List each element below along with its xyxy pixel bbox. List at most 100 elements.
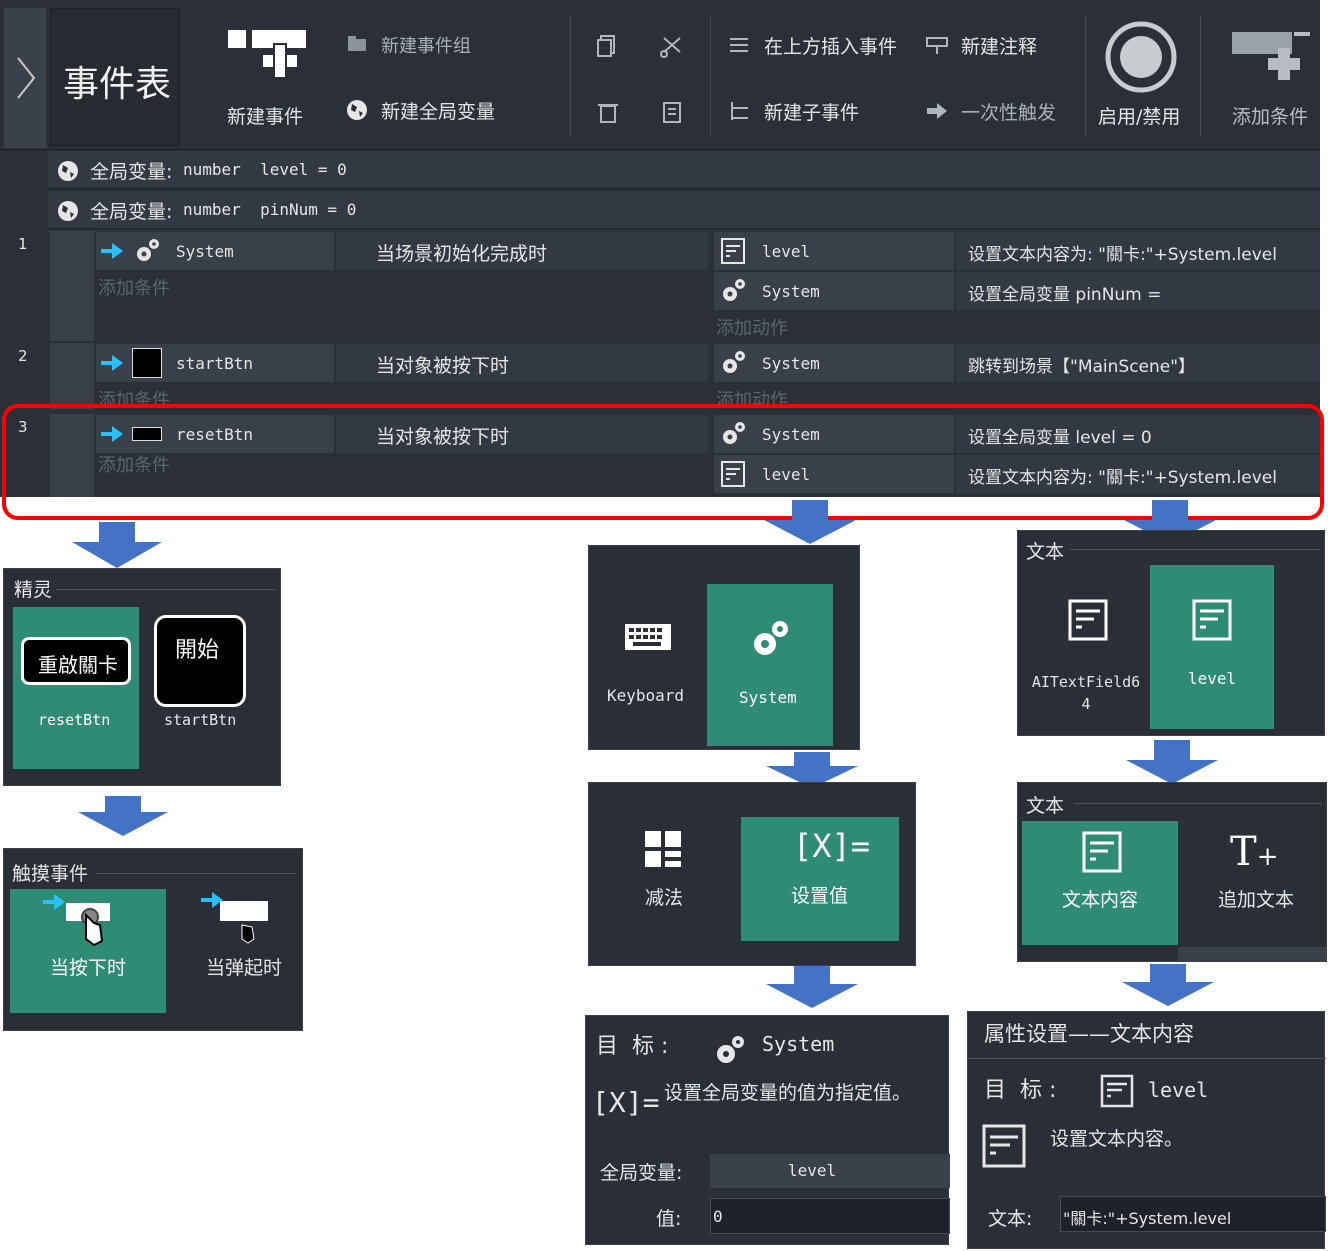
grid-subtract-icon — [645, 831, 681, 867]
cut-button[interactable] — [660, 34, 684, 58]
action-object[interactable]: level — [714, 232, 954, 270]
new-event-button[interactable]: 新建事件 — [210, 20, 320, 135]
text-object-item-aitextfield[interactable]: AITextField64 — [1022, 567, 1150, 731]
start-preview-text: 開始 — [175, 638, 220, 663]
enable-disable-label: 启用/禁用 — [1098, 106, 1181, 128]
scissors-icon — [660, 37, 681, 58]
panel-title: 属性设置——文本内容 — [984, 1022, 1194, 1046]
new-event-icon — [228, 30, 306, 78]
add-action-link[interactable]: 添加动作 — [716, 314, 788, 340]
gear-icon — [137, 239, 159, 261]
global-var-row[interactable]: 全局变量: number level = 0 — [48, 151, 1320, 189]
paste-icon — [663, 102, 681, 123]
new-sub-event-button[interactable]: 新建子事件 — [728, 96, 908, 126]
arrow-right-icon — [101, 355, 123, 371]
scroll-strip[interactable] — [1178, 947, 1326, 961]
touch-release-icon — [220, 901, 268, 944]
text-doc-icon — [1192, 599, 1232, 641]
new-event-group-button[interactable]: 新建事件组 — [345, 30, 495, 60]
text-doc-icon — [982, 1124, 1026, 1168]
event-number: 1 — [18, 235, 28, 253]
reset-preview-text: 重啟關卡 — [38, 653, 118, 677]
reset-button-preview: 重啟關卡 — [21, 637, 131, 685]
separator — [1085, 15, 1086, 137]
condition-text[interactable]: 当场景初始化完成时 — [336, 232, 708, 270]
target-name: level — [1148, 1078, 1209, 1102]
text-object-label: level — [1188, 669, 1237, 688]
global-var-declaration: number pinNum = 0 — [183, 200, 357, 219]
new-comment-button[interactable]: 新建注释 — [925, 30, 1075, 60]
flow-arrow — [72, 522, 162, 568]
gear-icon — [723, 351, 745, 373]
add-condition-icon — [1232, 32, 1310, 80]
flow-arrow — [766, 966, 858, 1008]
action-item-set-value[interactable]: [X]= 设置值 — [741, 817, 899, 941]
action-item-label: 减法 — [645, 887, 684, 909]
panel-title: 文本 — [1026, 795, 1065, 817]
flow-arrow — [78, 796, 168, 836]
new-global-var-button[interactable]: 新建全局变量 — [345, 95, 515, 125]
flow-arrow — [1126, 740, 1218, 784]
enable-disable-button[interactable]: 启用/禁用 — [1092, 18, 1192, 136]
new-event-group-label: 新建事件组 — [381, 36, 471, 57]
action-object[interactable]: System — [714, 272, 954, 310]
text-action-item-content[interactable]: 文本内容 — [1022, 821, 1178, 945]
action-text[interactable]: 跳转到场景【"MainScene"】 — [956, 344, 1320, 382]
page-title: 事件表 — [63, 64, 172, 105]
new-comment-label: 新建注释 — [961, 36, 1038, 58]
start-button-thumbnail — [132, 348, 162, 378]
condition-object[interactable]: System — [96, 232, 334, 270]
condition-object-name: startBtn — [176, 354, 254, 373]
touch-item-label: 当弹起时 — [206, 957, 283, 979]
global-var-select[interactable]: level — [710, 1154, 950, 1188]
globe-icon — [58, 161, 78, 181]
add-condition-link[interactable]: 添加条件 — [98, 274, 170, 300]
sprite-item-startbtn[interactable]: 開始 startBtn — [144, 607, 270, 769]
action-object[interactable]: System — [714, 344, 954, 382]
panel-title-line — [1070, 549, 1320, 550]
paste-button[interactable] — [660, 100, 684, 124]
text-object-item-level[interactable]: level — [1150, 565, 1274, 729]
event-row[interactable]: 1 System 当场景初始化完成时 添加条件 level 设置文本内容为: "… — [0, 231, 1320, 341]
panel-title-line — [96, 873, 296, 874]
copy-icon — [597, 35, 615, 57]
action-text[interactable]: 设置全局变量 pinNum = — [956, 272, 1320, 310]
system-action-panel: 减法 [X]= 设置值 — [588, 782, 916, 966]
delete-button[interactable] — [596, 100, 620, 124]
target-label: 目 标 : — [984, 1078, 1057, 1103]
add-condition-button[interactable]: 添加条件 — [1220, 20, 1320, 135]
event-row[interactable]: 2 startBtn 当对象被按下时 添加条件 System 跳转到场景【"Ma… — [0, 343, 1320, 411]
copy-button[interactable] — [596, 34, 620, 58]
touch-item-released[interactable]: 当弹起时 — [168, 889, 298, 1013]
text-doc-icon — [1068, 599, 1108, 641]
text-input[interactable]: "關卡:"+System.level — [1060, 1196, 1326, 1232]
trigger-once-button[interactable]: 一次性触发 — [925, 96, 1075, 126]
keyboard-icon — [625, 624, 671, 650]
collapse-toggle[interactable] — [4, 8, 46, 148]
condition-object[interactable]: startBtn — [96, 344, 334, 382]
insert-above-button[interactable]: 在上方插入事件 — [728, 30, 908, 60]
panel-title-line — [56, 589, 276, 590]
value-label: 值: — [656, 1208, 682, 1230]
text-action-item-append[interactable]: T+ 追加文本 — [1180, 821, 1326, 945]
action-description: 设置文本内容。 — [1050, 1128, 1184, 1150]
value-input[interactable]: 0 — [710, 1198, 950, 1234]
object-item-system[interactable]: System — [707, 584, 833, 746]
text-label: 文本: — [988, 1208, 1033, 1230]
action-item-subtract[interactable]: 减法 — [597, 813, 727, 939]
condition-text[interactable]: 当对象被按下时 — [336, 344, 708, 382]
object-item-keyboard[interactable]: Keyboard — [595, 586, 707, 746]
touch-item-pressed[interactable]: 当按下时 — [10, 889, 166, 1013]
globe-icon — [347, 100, 367, 120]
append-text-icon: T+ — [1230, 829, 1279, 875]
text-doc-icon — [1082, 831, 1122, 873]
arrow-right-icon — [43, 894, 65, 910]
chevron-right-icon — [17, 57, 36, 99]
action-text[interactable]: 设置文本内容为: "關卡:"+System.level — [956, 232, 1320, 270]
global-var-row[interactable]: 全局变量: number pinNum = 0 — [48, 191, 1320, 229]
sprite-item-resetbtn[interactable]: 重啟關卡 resetBtn — [13, 607, 139, 769]
condition-label: 当场景初始化完成时 — [376, 243, 548, 265]
panel-title: 触摸事件 — [12, 863, 89, 885]
event-number: 2 — [18, 347, 28, 365]
toggle-circle-icon — [1105, 21, 1177, 93]
